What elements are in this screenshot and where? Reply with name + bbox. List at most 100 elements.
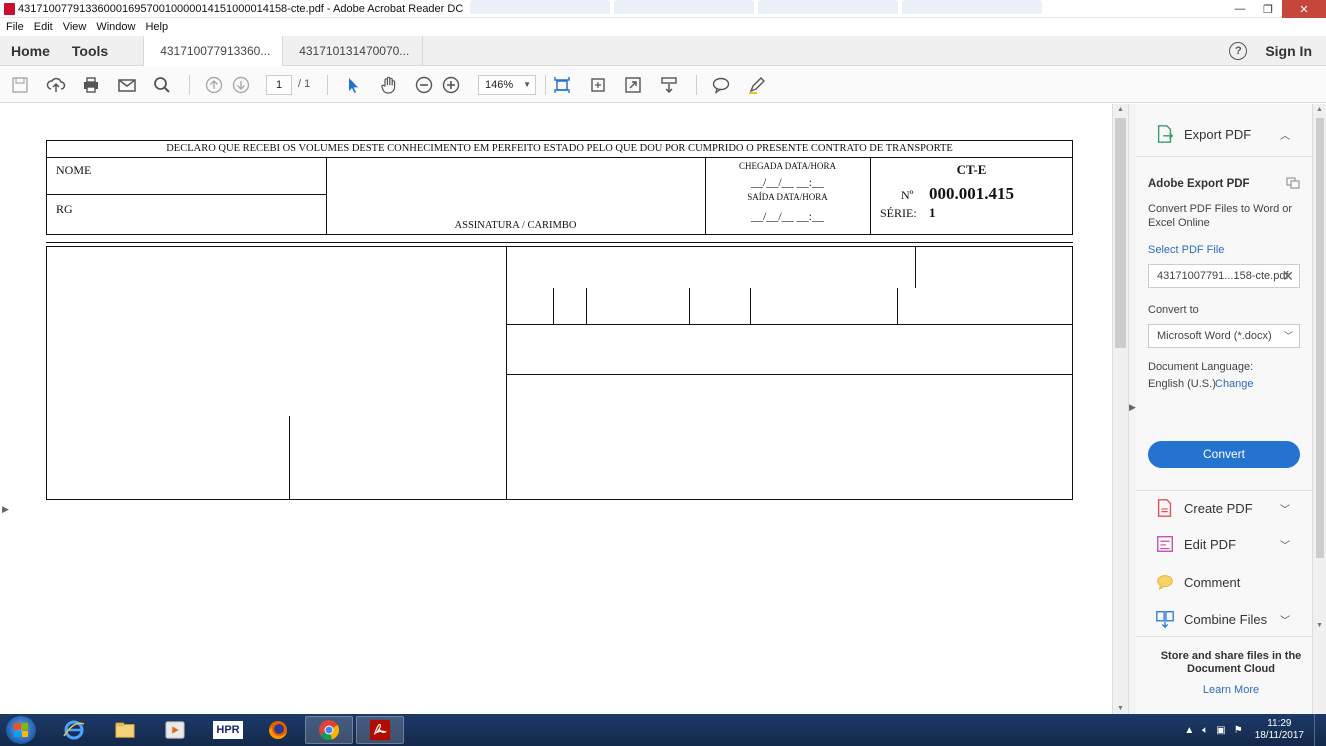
close-button[interactable]: ✕: [1282, 0, 1326, 18]
divider-line: [897, 288, 898, 324]
help-icon[interactable]: ?: [1229, 42, 1248, 60]
zoom-in-icon[interactable]: [441, 75, 461, 95]
tab-home[interactable]: Home: [0, 36, 61, 66]
chevron-up-icon[interactable]: ︿: [1280, 127, 1294, 142]
toolbar-separator: [327, 75, 328, 95]
comment-tool[interactable]: Comment: [1136, 564, 1312, 600]
scroll-up-icon[interactable]: ▲: [1117, 106, 1124, 113]
convert-to-label: Convert to: [1148, 304, 1199, 316]
fit-page-icon[interactable]: [552, 75, 572, 95]
menu-window[interactable]: Window: [96, 21, 135, 33]
scroll-up-icon[interactable]: ▲: [1316, 106, 1323, 113]
action-center-flag-icon[interactable]: ⚑: [1234, 725, 1243, 736]
menu-view[interactable]: View: [63, 21, 87, 33]
highlight-pen-icon[interactable]: [747, 75, 767, 95]
close-icon[interactable]: ✕: [1282, 265, 1294, 287]
save-icon[interactable]: [10, 75, 30, 95]
comment-icon[interactable]: [711, 75, 731, 95]
create-pdf-tool[interactable]: Create PDF ﹀: [1136, 490, 1312, 526]
file-explorer-icon[interactable]: [101, 716, 149, 744]
scrollbar-thumb[interactable]: [1115, 118, 1126, 348]
serie-label: SÉRIE:: [880, 206, 917, 220]
acrobat-reader-icon[interactable]: [356, 716, 404, 744]
convert-to-select[interactable]: Microsoft Word (*.docx) ﹀: [1148, 324, 1300, 348]
divider-line: [689, 288, 690, 324]
scrolling-mode-icon[interactable]: [659, 75, 679, 95]
select-pdf-file-link[interactable]: Select PDF File: [1148, 244, 1224, 256]
next-page-icon[interactable]: [231, 75, 251, 95]
edit-pdf-label: Edit PDF: [1184, 536, 1237, 552]
change-language-link[interactable]: Change: [1215, 378, 1254, 390]
zoom-level-select[interactable]: 146% ▼: [478, 75, 536, 95]
export-pdf-header[interactable]: Export PDF ︿: [1136, 116, 1312, 152]
tab-document-1[interactable]: 431710077913360...: [143, 35, 284, 66]
chrome-icon[interactable]: [305, 716, 353, 744]
numero-value: 000.001.415: [929, 184, 1014, 203]
scroll-down-icon[interactable]: ▼: [1117, 705, 1124, 712]
ghost-tab: [614, 0, 754, 14]
email-icon[interactable]: [117, 75, 137, 95]
create-pdf-icon: [1154, 497, 1176, 519]
system-clock[interactable]: 11:29 18/11/2017: [1255, 718, 1304, 742]
maximize-button[interactable]: ❐: [1254, 0, 1282, 18]
media-player-icon[interactable]: [151, 716, 199, 744]
page-number-input[interactable]: 1: [266, 75, 292, 95]
export-description: Convert PDF Files to Word or Excel Onlin…: [1148, 203, 1293, 229]
panel-scrollbar[interactable]: ▲ ▼: [1312, 104, 1326, 714]
print-icon[interactable]: [81, 75, 101, 95]
sign-in-link[interactable]: Sign In: [1265, 43, 1312, 59]
upload-cloud-icon[interactable]: [46, 75, 66, 95]
panel-divider: [1136, 156, 1312, 157]
tab-tools[interactable]: Tools: [61, 36, 119, 66]
previous-page-icon[interactable]: [204, 75, 224, 95]
hand-tool-icon[interactable]: [379, 75, 399, 95]
combine-files-tool[interactable]: Combine Files ﹀: [1136, 601, 1312, 637]
collapse-panel-icon[interactable]: ▶: [1129, 402, 1136, 413]
selected-file-field[interactable]: 43171007791...158-cte.pdf ✕: [1148, 264, 1300, 288]
volume-icon[interactable]: 🔈︎: [1202, 725, 1208, 736]
show-hidden-icons-icon[interactable]: ▲: [1184, 725, 1194, 736]
rotate-view-icon[interactable]: [588, 75, 608, 95]
zoom-out-icon[interactable]: [414, 75, 434, 95]
search-icon[interactable]: [152, 75, 172, 95]
divider-line: [553, 288, 554, 324]
menu-file[interactable]: File: [6, 21, 24, 33]
firefox-icon[interactable]: [254, 716, 302, 744]
scrollbar-thumb[interactable]: [1316, 118, 1324, 558]
create-pdf-label: Create PDF: [1184, 500, 1253, 516]
left-panel-toggle-icon[interactable]: ▶: [2, 504, 9, 515]
toolbar-separator: [545, 75, 546, 95]
scroll-down-icon[interactable]: ▼: [1316, 622, 1323, 629]
convert-button[interactable]: Convert: [1148, 441, 1300, 468]
panel-splitter[interactable]: ▶: [1128, 104, 1136, 714]
system-tray: ▲ 🔈︎ ▣ ⚑ 11:29 18/11/2017: [1180, 714, 1326, 746]
document-scrollbar[interactable]: ▲ ▼: [1112, 104, 1128, 714]
full-screen-icon[interactable]: [623, 75, 643, 95]
window-title: 4317100779133600016957001000001415100001…: [18, 2, 464, 15]
chevron-down-icon[interactable]: ﹀: [1280, 612, 1294, 627]
copy-icon[interactable]: [1286, 177, 1300, 189]
internet-explorer-icon[interactable]: [50, 716, 98, 744]
chevron-down-icon[interactable]: ﹀: [1280, 501, 1294, 516]
divider-line: [506, 374, 1073, 375]
serie-value: 1: [929, 205, 936, 220]
cte-label: CT-E: [956, 162, 987, 177]
select-cursor-icon[interactable]: [343, 75, 363, 95]
page-total: / 1: [298, 78, 311, 90]
hpr-app-label: HPR: [213, 721, 243, 739]
edit-pdf-tool[interactable]: Edit PDF ﹀: [1136, 526, 1312, 562]
learn-more-link[interactable]: Learn More: [1148, 684, 1314, 696]
declaration-text: DECLARO QUE RECEBI OS VOLUMES DESTE CONH…: [166, 143, 953, 154]
acrobat-app-icon: [4, 3, 15, 15]
minimize-button[interactable]: —: [1226, 0, 1254, 18]
tab-document-2[interactable]: 431710131470070...: [283, 35, 424, 66]
chevron-down-icon[interactable]: ﹀: [1280, 537, 1294, 552]
hpr-app-icon[interactable]: HPR: [204, 716, 252, 744]
menu-edit[interactable]: Edit: [34, 21, 53, 33]
show-desktop-button[interactable]: [1314, 714, 1326, 746]
network-icon[interactable]: ▣: [1216, 725, 1225, 736]
menu-help[interactable]: Help: [145, 21, 168, 33]
windows-logo-icon: [14, 723, 28, 737]
start-button[interactable]: [6, 716, 36, 744]
chegada-label: CHEGADA DATA/HORA: [738, 161, 837, 171]
